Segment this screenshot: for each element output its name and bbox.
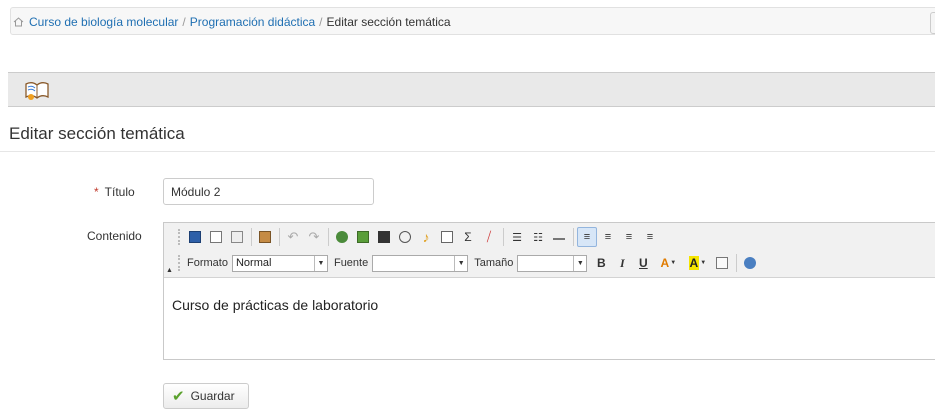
background-color-button[interactable]: A ▼: [683, 253, 711, 273]
breadcrumb-separator: /: [182, 15, 186, 29]
maximize-icon[interactable]: [740, 253, 760, 273]
toolbar-row-1: ↶ ↷ ♪ Σ ⧸ ☰ ☷ ≡ ≡ ≡ ≡: [178, 226, 661, 248]
align-left-icon[interactable]: ≡: [577, 227, 597, 247]
formato-label: Formato: [187, 257, 228, 269]
top-right-button[interactable]: [930, 12, 935, 34]
page-title: Editar sección temática: [9, 124, 185, 143]
titulo-input[interactable]: [163, 178, 374, 205]
formula-icon[interactable]: Σ: [458, 227, 478, 247]
formato-select[interactable]: Normal ▼: [231, 254, 328, 272]
table-icon[interactable]: [437, 227, 457, 247]
toolbar-grip: [178, 229, 182, 245]
horizontal-rule-icon[interactable]: [549, 227, 569, 247]
underline-button[interactable]: U: [633, 253, 653, 273]
image-icon[interactable]: [353, 227, 373, 247]
rich-text-editor[interactable]: ▲ ↶ ↷ ♪ Σ ⧸ ☰ ☷ ≡ ≡ ≡ ≡ Formato Normal ▼…: [163, 222, 935, 360]
strike-graph-icon[interactable]: ⧸: [479, 227, 499, 247]
italic-button[interactable]: I: [612, 253, 632, 273]
formato-value: Normal: [235, 257, 272, 269]
save-button-label: Guardar: [190, 389, 235, 403]
remove-format-icon[interactable]: [712, 253, 732, 273]
align-center-icon[interactable]: ≡: [598, 227, 618, 247]
toolbar-separator: [503, 228, 504, 246]
toolbar-row-2: Formato Normal ▼ Fuente ▼ Tamaño ▼ B I U …: [178, 252, 761, 274]
titulo-label-group: * Título: [94, 185, 135, 199]
chevron-down-icon: ▼: [573, 255, 586, 271]
editor-toolbar: ▲ ↶ ↷ ♪ Σ ⧸ ☰ ☷ ≡ ≡ ≡ ≡ Formato Normal ▼…: [164, 223, 935, 278]
titulo-label: Título: [104, 185, 135, 199]
breadcrumb-current: Editar sección temática: [326, 15, 451, 29]
new-page-icon[interactable]: [206, 227, 226, 247]
divider: [0, 151, 935, 152]
required-mark: *: [94, 185, 99, 199]
fuente-label: Fuente: [333, 257, 369, 269]
paste-icon[interactable]: [255, 227, 275, 247]
justify-icon[interactable]: ≡: [640, 227, 660, 247]
bulleted-list-icon[interactable]: ☰: [507, 227, 527, 247]
toolbar-separator: [573, 228, 574, 246]
numbered-list-icon[interactable]: ☷: [528, 227, 548, 247]
breadcrumb-separator: /: [319, 15, 323, 29]
tamano-select[interactable]: ▼: [517, 254, 588, 272]
toolbar-separator: [328, 228, 329, 246]
collapse-toolbar-icon[interactable]: ▲: [166, 267, 173, 274]
contenido-label: Contenido: [87, 229, 142, 243]
breadcrumb-link-programming[interactable]: Programación didáctica: [190, 15, 315, 29]
preview-icon[interactable]: [227, 227, 247, 247]
align-right-icon[interactable]: ≡: [619, 227, 639, 247]
link-icon[interactable]: [332, 227, 352, 247]
book-edit-icon: [25, 82, 49, 100]
checkmark-icon: ✔: [172, 388, 185, 405]
redo-icon[interactable]: ↷: [304, 227, 324, 247]
section-header-strip: [8, 72, 935, 107]
save-icon[interactable]: [185, 227, 205, 247]
save-button[interactable]: ✔ Guardar: [163, 383, 249, 409]
breadcrumb: Curso de biología molecular / Programación…: [10, 7, 935, 35]
chevron-down-icon: ▼: [313, 255, 327, 271]
toolbar-separator: [736, 254, 738, 272]
text-color-button[interactable]: A ▼: [654, 253, 682, 273]
undo-icon[interactable]: ↶: [283, 227, 303, 247]
fuente-select[interactable]: ▼: [372, 254, 469, 272]
breadcrumb-trail: Curso de biología molecular / Programación…: [13, 15, 451, 29]
tamano-label: Tamaño: [474, 257, 514, 269]
audio-icon[interactable]: ♪: [416, 227, 436, 247]
chevron-down-icon: ▼: [454, 255, 467, 271]
editor-content[interactable]: Curso de prácticas de laboratorio: [172, 297, 378, 313]
bold-button[interactable]: B: [591, 253, 611, 273]
breadcrumb-link-course[interactable]: Curso de biología molecular: [29, 15, 178, 29]
video-icon[interactable]: [374, 227, 394, 247]
toolbar-grip: [178, 255, 182, 271]
flash-icon[interactable]: [395, 227, 415, 247]
home-icon: [13, 17, 24, 27]
toolbar-separator: [279, 228, 280, 246]
toolbar-separator: [251, 228, 252, 246]
